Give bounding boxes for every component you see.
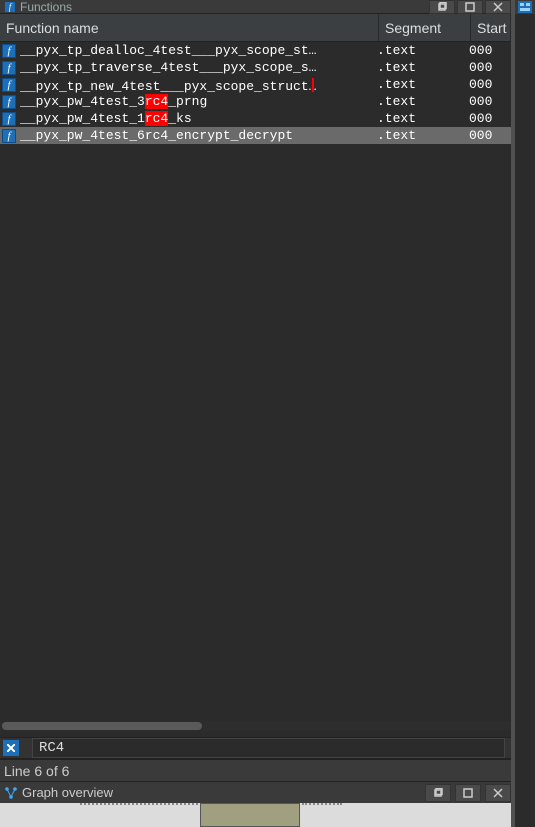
function-icon: f (2, 61, 16, 75)
column-header-start[interactable]: Start (471, 14, 511, 41)
graph-close-button[interactable] (485, 784, 511, 802)
functions-panel-titlebar: f Functions (0, 0, 511, 14)
start-cell: 000 (469, 60, 492, 75)
graph-visible-block[interactable] (200, 803, 300, 827)
graph-dots-left (80, 803, 198, 806)
table-row[interactable]: f __pyx_pw_4test_3rc4_prng.text000 (0, 93, 511, 110)
segment-cell: .text (377, 111, 469, 126)
functions-list[interactable]: f __pyx_tp_dealloc_4test___pyx_scope_st….… (0, 42, 511, 144)
table-row[interactable]: f __pyx_pw_4test_6rc4_encrypt_decrypt.tex… (0, 127, 511, 144)
adjacent-panel-icon (515, 0, 535, 14)
start-cell: 000 (469, 128, 492, 143)
function-name-cell: __pyx_tp_new_4test___pyx_scope_struct… (20, 76, 377, 94)
panel-restore-button[interactable] (429, 0, 455, 14)
segment-cell: .text (377, 60, 469, 75)
start-cell: 000 (469, 77, 492, 92)
functions-list-empty-area (0, 144, 511, 721)
column-header-segment[interactable]: Segment (379, 14, 471, 41)
table-row[interactable]: f __pyx_tp_dealloc_4test___pyx_scope_st….… (0, 42, 511, 59)
search-input[interactable] (32, 738, 505, 758)
panel-maximize-button[interactable] (457, 0, 483, 14)
segment-cell: .text (377, 77, 469, 92)
function-icon: f (2, 112, 16, 126)
table-row[interactable]: f __pyx_tp_new_4test___pyx_scope_struct….… (0, 76, 511, 93)
segment-cell: .text (377, 94, 469, 109)
function-icon: f (2, 95, 16, 109)
function-name-cell: __pyx_pw_4test_1rc4_ks (20, 111, 377, 126)
graph-overview-title: Graph overview (22, 785, 113, 800)
graph-dots-right (302, 803, 342, 806)
graph-overview-icon (4, 786, 18, 800)
function-icon: f (2, 78, 16, 92)
functions-column-headers: Function name Segment Start (0, 14, 511, 42)
function-name-cell: __pyx_pw_4test_3rc4_prng (20, 94, 377, 109)
functions-hscrollbar-thumb[interactable] (2, 722, 202, 730)
function-icon: f (2, 44, 16, 58)
text-caret (312, 78, 314, 92)
table-row[interactable]: f __pyx_pw_4test_1rc4_ks.text000 (0, 110, 511, 127)
graph-overview-canvas[interactable] (0, 803, 511, 827)
segment-cell: .text (377, 43, 469, 58)
start-cell: 000 (469, 94, 492, 109)
function-name-cell: __pyx_pw_4test_6rc4_encrypt_decrypt (20, 128, 377, 143)
panel-close-button[interactable] (485, 0, 511, 14)
functions-panel-title: Functions (20, 0, 72, 14)
start-cell: 000 (469, 111, 492, 126)
start-cell: 000 (469, 43, 492, 58)
functions-status-line: Line 6 of 6 (0, 759, 511, 781)
functions-panel-icon: f (4, 1, 16, 13)
function-name-cell: __pyx_tp_traverse_4test___pyx_scope_s… (20, 60, 377, 75)
function-name-cell: __pyx_tp_dealloc_4test___pyx_scope_st… (20, 43, 377, 58)
graph-maximize-button[interactable] (455, 784, 481, 802)
panel-splitter[interactable] (511, 0, 515, 827)
graph-restore-button[interactable] (425, 784, 451, 802)
function-icon: f (2, 129, 16, 143)
functions-hscrollbar[interactable] (0, 721, 511, 731)
graph-overview-titlebar: Graph overview (0, 781, 511, 803)
table-row[interactable]: f __pyx_tp_traverse_4test___pyx_scope_s….… (0, 59, 511, 76)
clear-search-button[interactable] (2, 739, 20, 757)
column-header-function-name[interactable]: Function name (0, 14, 379, 41)
segment-cell: .text (377, 128, 469, 143)
functions-search-bar (0, 737, 511, 759)
